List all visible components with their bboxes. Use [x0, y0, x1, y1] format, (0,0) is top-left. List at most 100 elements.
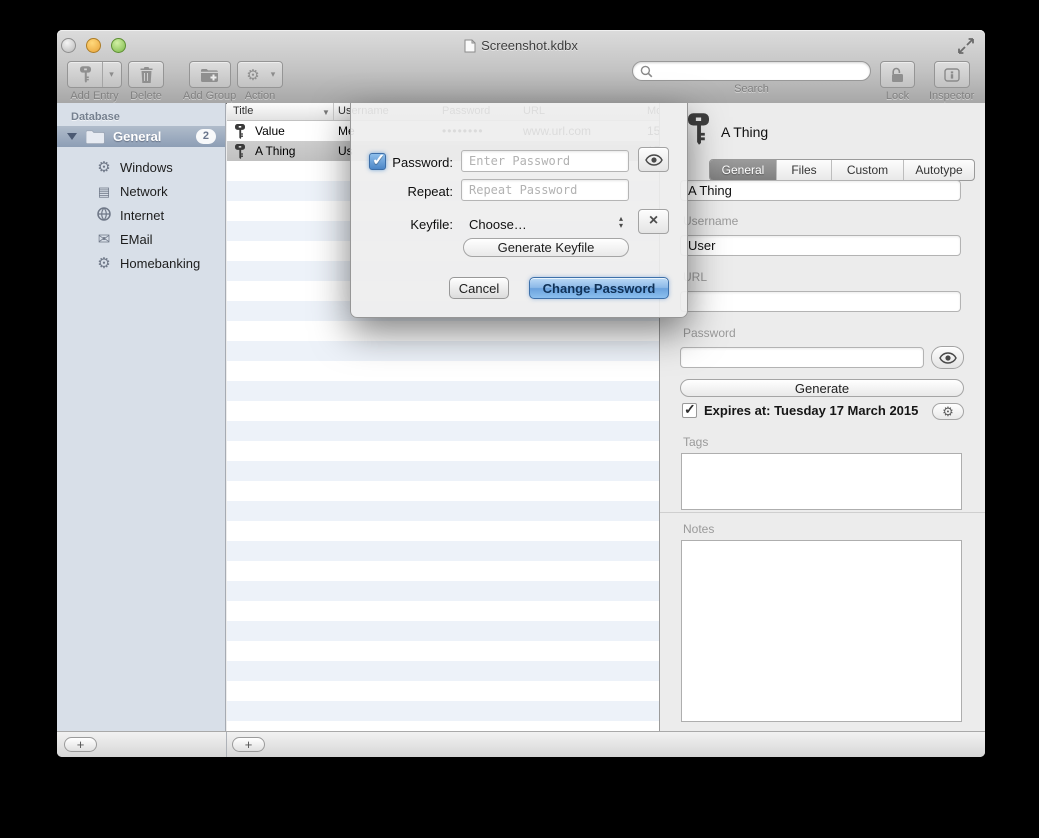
add-group-footer-button[interactable]: +: [64, 737, 97, 752]
username-label: Username: [683, 214, 738, 228]
window-header: Screenshot.kdbx ▾ Add Entry Delete: [57, 30, 985, 104]
reveal-password-button[interactable]: [931, 346, 964, 369]
document-icon: [464, 39, 476, 53]
dialog-repeat-input[interactable]: [461, 179, 629, 201]
delete-label: Delete: [130, 90, 162, 102]
sidebar-item-windows[interactable]: ⚙ Windows: [57, 155, 225, 179]
search-label: Search: [734, 83, 769, 95]
password-field[interactable]: [680, 347, 924, 368]
close-button[interactable]: [61, 38, 76, 53]
add-entry-button[interactable]: ▾: [67, 61, 122, 88]
server-icon: ▤: [95, 184, 113, 199]
inspector-entry-title: A Thing: [721, 124, 768, 140]
window-title: Screenshot.kdbx: [177, 38, 865, 54]
close-icon: ×: [649, 213, 658, 229]
column-header-title[interactable]: Title: [233, 105, 253, 117]
inspector-button[interactable]: [934, 61, 970, 88]
add-entry-label: Add Entry: [70, 90, 118, 102]
cell-title: Value: [255, 124, 285, 138]
change-password-button[interactable]: Change Password: [529, 277, 669, 299]
gear-icon: ⚙: [240, 62, 266, 87]
sidebar: Database General 2 ⚙ Windows ▤ Network: [57, 103, 226, 731]
cancel-button[interactable]: Cancel: [449, 277, 509, 299]
stepper-icon[interactable]: ▴▾: [619, 215, 623, 229]
key-icon: [688, 113, 709, 145]
desktop-background: Screenshot.kdbx ▾ Add Entry Delete: [0, 0, 1039, 838]
envelope-icon: ✉: [95, 232, 113, 247]
expires-settings-button[interactable]: ⚙: [932, 403, 964, 420]
tab-autotype[interactable]: Autotype: [904, 160, 974, 180]
divider: [660, 512, 985, 513]
folder-plus-icon: [201, 68, 219, 82]
sidebar-group-general[interactable]: General 2: [57, 126, 225, 147]
eye-icon: [645, 154, 663, 166]
keyfile-popup[interactable]: Choose…: [469, 217, 527, 232]
sidebar-item-label: Internet: [120, 208, 164, 223]
zoom-button[interactable]: [111, 38, 126, 53]
tags-box[interactable]: [681, 453, 962, 510]
inspector-label: Inspector: [929, 90, 974, 102]
add-entry-footer-button[interactable]: +: [232, 737, 265, 752]
folder-icon: [86, 130, 105, 144]
info-icon: [944, 68, 960, 82]
minimize-button[interactable]: [86, 38, 101, 53]
window-title-text: Screenshot.kdbx: [481, 38, 578, 53]
dialog-reveal-password-button[interactable]: [638, 147, 669, 172]
sidebar-item-network[interactable]: ▤ Network: [57, 179, 225, 203]
action-button[interactable]: ⚙ ▾: [237, 61, 283, 88]
delete-button[interactable]: [128, 61, 164, 88]
sidebar-item-label: Homebanking: [120, 256, 200, 271]
change-password-dialog: Password: Repeat: Keyfile: Choose… ▴▾ × …: [350, 103, 688, 318]
username-field[interactable]: [680, 235, 961, 256]
gear-icon: ⚙: [95, 256, 113, 271]
gear-icon: ⚙: [95, 160, 113, 175]
generate-keyfile-button[interactable]: Generate Keyfile: [463, 238, 629, 257]
key-icon: [235, 144, 245, 162]
dialog-keyfile-label: Keyfile:: [351, 217, 453, 232]
fullscreen-icon[interactable]: [957, 37, 975, 55]
divider: [226, 732, 227, 757]
lock-button[interactable]: [880, 61, 915, 88]
key-icon: [235, 124, 245, 142]
sidebar-item-label: Network: [120, 184, 168, 199]
sort-descending-icon: ▼: [322, 108, 330, 117]
sidebar-item-internet[interactable]: Internet: [57, 203, 225, 227]
tab-files[interactable]: Files: [777, 160, 832, 180]
sidebar-item-homebanking[interactable]: ⚙ Homebanking: [57, 251, 225, 275]
sidebar-item-email[interactable]: ✉ EMail: [57, 227, 225, 251]
generate-password-button[interactable]: Generate: [680, 379, 964, 397]
disclosure-triangle-icon[interactable]: [67, 133, 77, 140]
tab-general[interactable]: General: [710, 160, 777, 180]
search-input[interactable]: [632, 61, 871, 81]
password-label: Password: [683, 326, 736, 340]
trash-icon: [140, 67, 153, 83]
inspector-tabs: General Files Custom Autotype: [709, 159, 975, 181]
add-group-label: Add Group: [183, 90, 236, 102]
eye-icon: [939, 352, 957, 364]
gear-icon: ⚙: [942, 404, 954, 419]
chevron-down-icon: ▾: [109, 70, 114, 79]
globe-icon: [95, 207, 113, 224]
notes-box[interactable]: [681, 540, 962, 722]
cell-title: A Thing: [255, 144, 295, 158]
add-group-button[interactable]: [189, 61, 231, 88]
search-icon: [640, 65, 653, 78]
notes-label: Notes: [683, 522, 714, 536]
clear-keyfile-button[interactable]: ×: [638, 209, 669, 234]
title-field[interactable]: [680, 180, 961, 201]
url-field[interactable]: [680, 291, 961, 312]
key-icon: [80, 66, 91, 83]
sidebar-section-header: Database: [71, 111, 120, 123]
lock-label: Lock: [886, 90, 909, 102]
action-label: Action: [245, 90, 276, 102]
tab-custom[interactable]: Custom: [832, 160, 904, 180]
sidebar-group-label: General: [113, 129, 161, 144]
bottom-bar: + +: [57, 731, 985, 757]
sidebar-group-badge: 2: [196, 129, 216, 144]
dialog-password-input[interactable]: [461, 150, 629, 172]
inspector-panel: A Thing General Files Custom Autotype Us…: [659, 103, 985, 731]
expires-label: Expires at: Tuesday 17 March 2015: [704, 403, 918, 418]
chevron-down-icon: ▾: [271, 70, 276, 79]
dialog-repeat-label: Repeat:: [351, 184, 453, 199]
expires-checkbox[interactable]: [682, 403, 697, 418]
